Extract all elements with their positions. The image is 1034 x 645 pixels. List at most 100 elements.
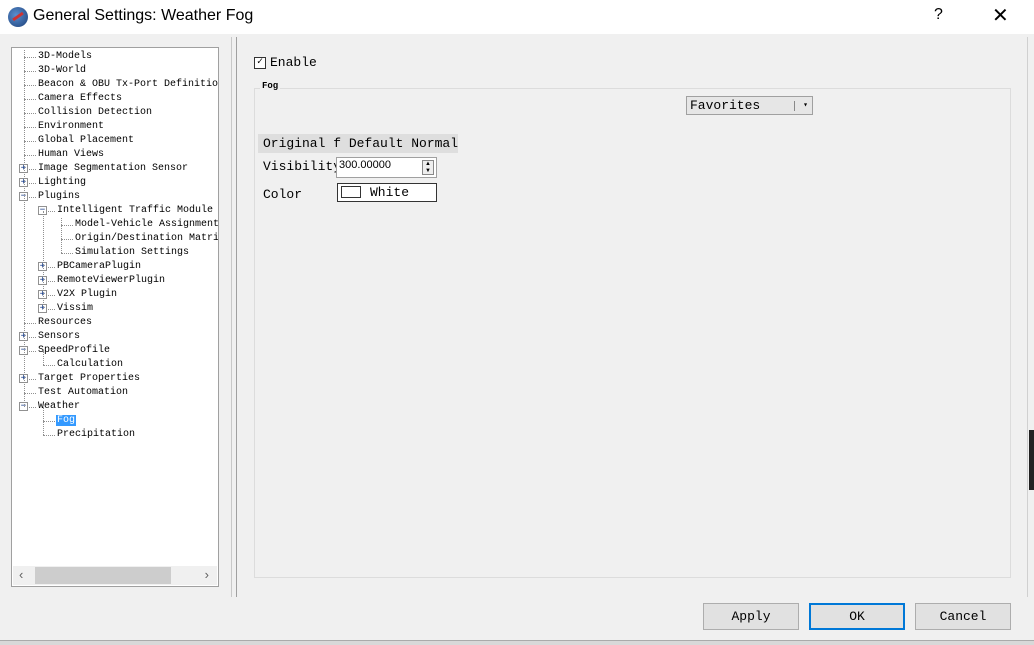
- tree-item-label: 3D-World: [38, 65, 87, 76]
- tree-connector: [61, 239, 73, 240]
- tree-item[interactable]: Intelligent Traffic Module: [56, 204, 214, 218]
- tree-item-label: Origin/Destination Matri: [75, 233, 219, 244]
- dropdown-separator: [794, 101, 795, 111]
- tree-item-label: Lighting: [38, 177, 87, 188]
- tree-connector: [24, 141, 36, 142]
- scroll-right-icon[interactable]: ›: [205, 567, 209, 582]
- app-globe-icon: [8, 7, 28, 27]
- tree-connector: [24, 127, 36, 128]
- tree-item-label: Sensors: [38, 331, 81, 342]
- tree-connector: [61, 253, 73, 254]
- tree-item[interactable]: Precipitation: [56, 428, 136, 442]
- tree-connector: [24, 393, 36, 394]
- tree-guide-line: [24, 50, 25, 407]
- column-header: Original f Default Normal: [258, 134, 458, 153]
- tree-item-label: Global Placement: [38, 135, 135, 146]
- visibility-value[interactable]: 300.00000: [339, 159, 391, 171]
- cancel-button[interactable]: Cancel: [915, 603, 1011, 630]
- tree-connector: [24, 323, 36, 324]
- color-swatch: [341, 186, 361, 198]
- tree-item[interactable]: Collision Detection: [37, 106, 153, 120]
- scroll-thumb[interactable]: [35, 567, 171, 584]
- tree-item[interactable]: Calculation: [56, 358, 124, 372]
- tree-item[interactable]: Test Automation: [37, 386, 129, 400]
- tree-item[interactable]: Human Views: [37, 148, 105, 162]
- tree-item[interactable]: SpeedProfile: [37, 344, 111, 358]
- tree-connector: [43, 365, 55, 366]
- tree-item-label: V2X Plugin: [57, 289, 118, 300]
- tree-connector: [43, 421, 55, 422]
- tree-item[interactable]: Sensors: [37, 330, 81, 344]
- color-label: Color: [263, 187, 303, 202]
- tree-item-label: Test Automation: [38, 387, 129, 398]
- horizontal-scrollbar[interactable]: ‹ ›: [13, 566, 217, 585]
- tree-connector: [24, 99, 36, 100]
- color-picker[interactable]: White: [337, 183, 437, 202]
- tree-item[interactable]: Simulation Settings: [74, 246, 190, 260]
- tree-item[interactable]: 3D-Models: [37, 50, 93, 64]
- favorites-value: Favorites: [690, 98, 761, 113]
- tree-connector: [24, 155, 36, 156]
- tree-item[interactable]: Fog: [56, 414, 77, 428]
- tree-guide-line: [43, 351, 44, 365]
- tree-item-label: Model-Vehicle Assignment: [75, 219, 219, 230]
- tree-guide-line: [43, 211, 44, 309]
- tree-item-label: Human Views: [38, 149, 105, 160]
- apply-button[interactable]: Apply: [703, 603, 799, 630]
- tree-item-label: Beacon & OBU Tx-Port Definitio: [38, 79, 219, 90]
- tree-item-label: Image Segmentation Sensor: [38, 163, 189, 174]
- chevron-down-icon[interactable]: ▾: [803, 97, 808, 114]
- tree-item[interactable]: 3D-World: [37, 64, 87, 78]
- settings-tree[interactable]: ‹ › 3D-Models 3D-World Beacon & OBU Tx-Por…: [11, 47, 219, 587]
- tree-item-label: Camera Effects: [38, 93, 123, 104]
- tree-connector: [24, 57, 36, 58]
- tree-item[interactable]: Target Properties: [37, 372, 141, 386]
- tree-item-label: Target Properties: [38, 373, 141, 384]
- spin-up-down-icon[interactable]: ▲ ▼: [422, 160, 434, 175]
- tree-connector: [24, 113, 36, 114]
- help-button[interactable]: ?: [934, 6, 943, 24]
- tree-item-label: Collision Detection: [38, 107, 153, 118]
- tree-item[interactable]: Origin/Destination Matri: [74, 232, 219, 246]
- tree-item[interactable]: V2X Plugin: [56, 288, 118, 302]
- checkbox-check-icon[interactable]: ✓: [254, 57, 266, 69]
- background-edge: [1029, 430, 1034, 490]
- tree-item-label: Resources: [38, 317, 93, 328]
- color-value: White: [370, 185, 410, 200]
- tree-item[interactable]: Lighting: [37, 176, 87, 190]
- tree-item-label: SpeedProfile: [38, 345, 111, 356]
- close-button[interactable]: ✕: [992, 3, 1009, 28]
- tree-connector: [61, 225, 73, 226]
- visibility-input[interactable]: 300.00000 ▲ ▼: [336, 157, 437, 178]
- window-bottom-edge: [0, 640, 1034, 645]
- tree-item[interactable]: Resources: [37, 316, 93, 330]
- tree-guide-line: [43, 407, 44, 435]
- tree-item-label: 3D-Models: [38, 51, 93, 62]
- tree-item[interactable]: Plugins: [37, 190, 81, 204]
- tree-item-label: Vissim: [57, 303, 94, 314]
- tree-item[interactable]: Beacon & OBU Tx-Port Definitio: [37, 78, 219, 92]
- favorites-dropdown[interactable]: Favorites ▾: [686, 96, 813, 115]
- ok-button[interactable]: OK: [809, 603, 905, 630]
- tree-connector: [24, 85, 36, 86]
- fog-group-label: Fog: [260, 81, 281, 91]
- tree-item[interactable]: RemoteViewerPlugin: [56, 274, 166, 288]
- tree-item-label: Simulation Settings: [75, 247, 190, 258]
- tree-item[interactable]: Model-Vehicle Assignment: [74, 218, 219, 232]
- tree-connector: [24, 71, 36, 72]
- tree-item[interactable]: Vissim: [56, 302, 94, 316]
- tree-item-label: PBCameraPlugin: [57, 261, 142, 272]
- visibility-label: Visibility: [263, 159, 336, 174]
- tree-guide-line: [61, 218, 62, 253]
- scroll-left-icon[interactable]: ‹: [19, 567, 23, 582]
- enable-label: Enable: [270, 55, 317, 70]
- tree-item[interactable]: Camera Effects: [37, 92, 123, 106]
- tree-item-label: Plugins: [38, 191, 81, 202]
- tree-item[interactable]: Global Placement: [37, 134, 135, 148]
- tree-item[interactable]: PBCameraPlugin: [56, 260, 142, 274]
- tree-item-label: Fog: [56, 415, 77, 426]
- title-bar: General Settings: Weather Fog ? ✕: [0, 0, 1034, 34]
- tree-item-label: RemoteViewerPlugin: [57, 275, 166, 286]
- tree-item[interactable]: Environment: [37, 120, 105, 134]
- tree-item[interactable]: Image Segmentation Sensor: [37, 162, 189, 176]
